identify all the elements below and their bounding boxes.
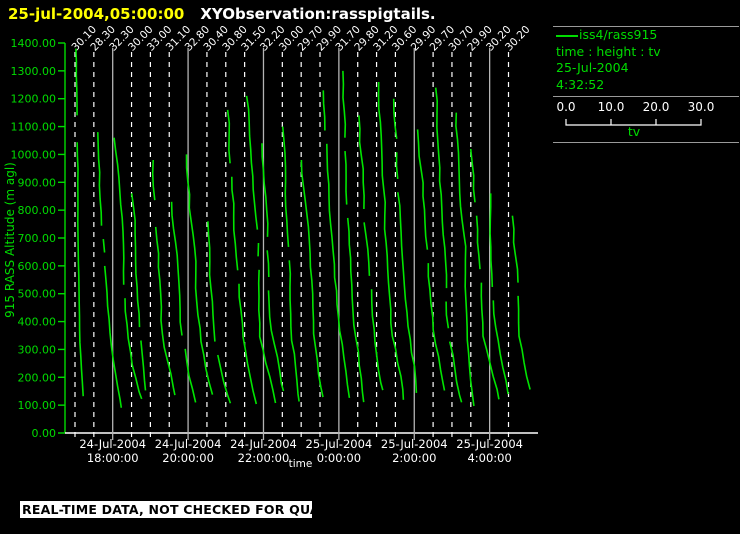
svg-text:900.00: 900.00 — [18, 176, 57, 189]
svg-text:22:00:00: 22:00:00 — [238, 451, 290, 465]
pigtail-traces — [75, 48, 531, 408]
pigtail-trace — [489, 193, 509, 395]
svg-text:1400.00: 1400.00 — [11, 37, 57, 50]
svg-text:25-Jul-2004: 25-Jul-2004 — [381, 437, 448, 451]
svg-text:200.00: 200.00 — [18, 371, 57, 384]
y-axis: 0.00 100.00 200.00 300.00 400.00 500.00 600.00… — [3, 37, 66, 440]
svg-text:1200.00: 1200.00 — [11, 93, 57, 106]
pigtail-trace — [358, 115, 384, 391]
quality-banner: REAL-TIME DATA, NOT CHECKED FOR QUALITY — [20, 501, 351, 518]
pigtail-trace — [185, 154, 214, 395]
svg-text:25-Jul-2004: 25-Jul-2004 — [306, 437, 373, 451]
svg-text:600.00: 600.00 — [18, 260, 57, 273]
svg-text:700.00: 700.00 — [18, 232, 57, 245]
pigtail-trace — [281, 126, 300, 402]
pigtail-trace — [207, 221, 232, 404]
legend-series: iss4/rass915 — [553, 27, 739, 44]
legend-separator — [553, 96, 739, 97]
tv-scale-tick-10: 10.0 — [597, 100, 625, 114]
svg-text:400.00: 400.00 — [18, 316, 57, 329]
quality-banner-text: REAL-TIME DATA, NOT CHECKED FOR QUALITY — [22, 502, 351, 517]
pigtail-trace — [113, 137, 143, 400]
pigtail-trace — [75, 48, 84, 397]
svg-text:1300.00: 1300.00 — [11, 65, 57, 78]
tv-scale-tick-20: 20.0 — [642, 100, 670, 114]
tv-scale-label: tv — [627, 124, 641, 139]
legend-fields: time : height : tv — [556, 43, 661, 59]
svg-text:800.00: 800.00 — [18, 204, 57, 217]
legend-time: 4:32:52 — [556, 76, 605, 92]
svg-text:25-Jul-2004: 25-Jul-2004 — [456, 437, 523, 451]
svg-text:24-Jul-2004: 24-Jul-2004 — [230, 437, 297, 451]
svg-text:18:00:00: 18:00:00 — [87, 451, 139, 465]
pigtail-trace — [392, 98, 418, 393]
svg-text:100.00: 100.00 — [18, 399, 57, 412]
pigtail-trace — [245, 95, 277, 404]
svg-text:1000.00: 1000.00 — [11, 148, 57, 161]
pigtail-trace — [226, 109, 258, 405]
legend-line-sample-icon — [556, 34, 578, 37]
page-title: XYObservation:rasspigtails. — [200, 5, 436, 23]
svg-text:1100.00: 1100.00 — [11, 121, 57, 134]
pigtail-trace — [469, 148, 500, 400]
svg-text:4:00:00: 4:00:00 — [467, 451, 511, 465]
svg-text:24-Jul-2004: 24-Jul-2004 — [79, 437, 146, 451]
svg-text:24-Jul-2004: 24-Jul-2004 — [155, 437, 222, 451]
pigtail-trace — [511, 215, 531, 390]
tv-scale-tick-0: 0.0 — [556, 100, 576, 114]
pigtail-trace — [377, 81, 405, 400]
tv-scale: 0.0 10.0 20.0 30.0 — [553, 100, 739, 115]
svg-text:0:00:00: 0:00:00 — [317, 451, 361, 465]
svg-text:2:00:00: 2:00:00 — [392, 451, 436, 465]
svg-text:300.00: 300.00 — [18, 343, 57, 356]
pigtail-trace — [342, 70, 365, 403]
pigtail-trace — [261, 143, 285, 392]
svg-text:time: time — [289, 458, 313, 470]
header-timestamp: 25-jul-2004,05:00:00 — [8, 5, 185, 23]
svg-text:20:00:00: 20:00:00 — [162, 451, 214, 465]
svg-text:0.00: 0.00 — [32, 427, 57, 440]
pigtail-trace — [130, 193, 147, 391]
legend-date: 25-Jul-2004 — [556, 60, 629, 75]
pigtail-trace — [151, 159, 176, 396]
svg-text:915 RASS Altitude (m agl): 915 RASS Altitude (m agl) — [3, 162, 17, 318]
rass-pigtail-window: 0.00 100.00 200.00 300.00 400.00 500.00 600.00… — [0, 0, 740, 534]
legend-panel: iss4/rass915 time : height : tv 25-Jul-2… — [553, 26, 739, 143]
window-header: 25-jul-2004,05:00:00 XYObservation:rasspi… — [8, 5, 436, 23]
svg-text:500.00: 500.00 — [18, 288, 57, 301]
tv-scale-tick-30: 30.0 — [687, 100, 715, 114]
legend-series-name: iss4/rass915 — [579, 27, 658, 42]
